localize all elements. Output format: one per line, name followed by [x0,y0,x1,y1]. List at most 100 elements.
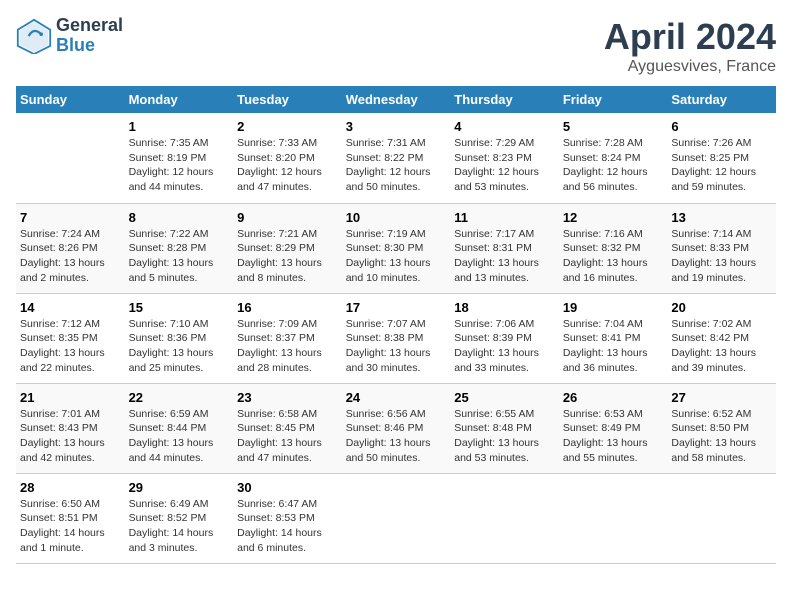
day-header-saturday: Saturday [667,86,776,113]
day-detail: Sunrise: 7:04 AM Sunset: 8:41 PM Dayligh… [563,317,664,376]
day-number: 10 [346,210,447,225]
day-number: 19 [563,300,664,315]
day-number: 23 [237,390,338,405]
day-number: 17 [346,300,447,315]
day-number: 29 [129,480,230,495]
day-number: 24 [346,390,447,405]
day-detail: Sunrise: 6:56 AM Sunset: 8:46 PM Dayligh… [346,407,447,466]
day-number: 30 [237,480,338,495]
day-cell: 10 Sunrise: 7:19 AM Sunset: 8:30 PM Dayli… [342,203,451,293]
logo: General Blue [16,16,123,56]
day-cell: 30Sunrise: 6:47 AM Sunset: 8:53 PM Dayli… [233,473,342,563]
day-number: 15 [129,300,230,315]
day-number: 3 [346,119,447,134]
day-cell: 14 Sunrise: 7:12 AM Sunset: 8:35 PM Dayli… [16,293,125,383]
day-number: 7 [20,210,121,225]
day-cell: 4 Sunrise: 7:29 AM Sunset: 8:23 PM Daylig… [450,113,559,203]
day-detail: Sunrise: 7:06 AM Sunset: 8:39 PM Dayligh… [454,317,555,376]
week-row-3: 14 Sunrise: 7:12 AM Sunset: 8:35 PM Dayli… [16,293,776,383]
day-cell: 24 Sunrise: 6:56 AM Sunset: 8:46 PM Dayli… [342,383,451,473]
day-number: 14 [20,300,121,315]
week-row-1: 1Sunrise: 7:35 AM Sunset: 8:19 PM Daylig… [16,113,776,203]
day-detail: Sunrise: 6:52 AM Sunset: 8:50 PM Dayligh… [671,407,772,466]
day-header-friday: Friday [559,86,668,113]
day-cell: 29 Sunrise: 6:49 AM Sunset: 8:52 PM Dayli… [125,473,234,563]
day-number: 1 [129,119,230,134]
day-number: 2 [237,119,338,134]
day-cell: 26 Sunrise: 6:53 AM Sunset: 8:49 PM Dayli… [559,383,668,473]
day-cell: 28 Sunrise: 6:50 AM Sunset: 8:51 PM Dayli… [16,473,125,563]
day-cell: 11 Sunrise: 7:17 AM Sunset: 8:31 PM Dayli… [450,203,559,293]
day-detail: Sunrise: 6:55 AM Sunset: 8:48 PM Dayligh… [454,407,555,466]
day-number: 20 [671,300,772,315]
calendar-body: 1Sunrise: 7:35 AM Sunset: 8:19 PM Daylig… [16,113,776,563]
day-detail: Sunrise: 7:26 AM Sunset: 8:25 PM Dayligh… [671,136,772,195]
day-number: 27 [671,390,772,405]
day-cell: 8 Sunrise: 7:22 AM Sunset: 8:28 PM Daylig… [125,203,234,293]
calendar-header: SundayMondayTuesdayWednesdayThursdayFrid… [16,86,776,113]
day-number: 11 [454,210,555,225]
day-cell: 19 Sunrise: 7:04 AM Sunset: 8:41 PM Dayli… [559,293,668,383]
day-detail: Sunrise: 7:14 AM Sunset: 8:33 PM Dayligh… [671,227,772,286]
day-number: 16 [237,300,338,315]
day-cell: 17 Sunrise: 7:07 AM Sunset: 8:38 PM Dayli… [342,293,451,383]
day-cell: 2Sunrise: 7:33 AM Sunset: 8:20 PM Daylig… [233,113,342,203]
day-number: 9 [237,210,338,225]
day-header-wednesday: Wednesday [342,86,451,113]
day-number: 18 [454,300,555,315]
day-detail: Sunrise: 7:19 AM Sunset: 8:30 PM Dayligh… [346,227,447,286]
day-detail: Sunrise: 7:29 AM Sunset: 8:23 PM Dayligh… [454,136,555,195]
month-title: April 2024 [604,16,776,58]
day-cell [342,473,451,563]
day-cell [667,473,776,563]
day-cell: 5 Sunrise: 7:28 AM Sunset: 8:24 PM Daylig… [559,113,668,203]
day-cell [16,113,125,203]
day-detail: Sunrise: 7:07 AM Sunset: 8:38 PM Dayligh… [346,317,447,376]
day-cell: 1Sunrise: 7:35 AM Sunset: 8:19 PM Daylig… [125,113,234,203]
week-row-2: 7Sunrise: 7:24 AM Sunset: 8:26 PM Daylig… [16,203,776,293]
day-detail: Sunrise: 6:53 AM Sunset: 8:49 PM Dayligh… [563,407,664,466]
day-detail: Sunrise: 7:28 AM Sunset: 8:24 PM Dayligh… [563,136,664,195]
day-header-tuesday: Tuesday [233,86,342,113]
day-detail: Sunrise: 6:49 AM Sunset: 8:52 PM Dayligh… [129,497,230,556]
day-number: 22 [129,390,230,405]
calendar-table: SundayMondayTuesdayWednesdayThursdayFrid… [16,86,776,564]
day-cell: 25 Sunrise: 6:55 AM Sunset: 8:48 PM Dayli… [450,383,559,473]
day-number: 28 [20,480,121,495]
day-detail: Sunrise: 7:12 AM Sunset: 8:35 PM Dayligh… [20,317,121,376]
day-cell: 16 Sunrise: 7:09 AM Sunset: 8:37 PM Dayli… [233,293,342,383]
day-detail: Sunrise: 6:58 AM Sunset: 8:45 PM Dayligh… [237,407,338,466]
logo-text: General Blue [56,16,123,56]
day-cell: 22 Sunrise: 6:59 AM Sunset: 8:44 PM Dayli… [125,383,234,473]
day-header-sunday: Sunday [16,86,125,113]
day-detail: Sunrise: 7:01 AM Sunset: 8:43 PM Dayligh… [20,407,121,466]
day-cell: 7Sunrise: 7:24 AM Sunset: 8:26 PM Daylig… [16,203,125,293]
day-number: 5 [563,119,664,134]
day-number: 13 [671,210,772,225]
day-detail: Sunrise: 7:09 AM Sunset: 8:37 PM Dayligh… [237,317,338,376]
day-number: 25 [454,390,555,405]
day-cell: 9Sunrise: 7:21 AM Sunset: 8:29 PM Daylig… [233,203,342,293]
day-cell: 20Sunrise: 7:02 AM Sunset: 8:42 PM Dayli… [667,293,776,383]
day-header-monday: Monday [125,86,234,113]
day-detail: Sunrise: 6:50 AM Sunset: 8:51 PM Dayligh… [20,497,121,556]
day-detail: Sunrise: 7:17 AM Sunset: 8:31 PM Dayligh… [454,227,555,286]
day-number: 6 [671,119,772,134]
day-detail: Sunrise: 7:16 AM Sunset: 8:32 PM Dayligh… [563,227,664,286]
day-detail: Sunrise: 7:31 AM Sunset: 8:22 PM Dayligh… [346,136,447,195]
day-number: 26 [563,390,664,405]
page-header: General Blue April 2024 Ayguesvives, Fra… [16,16,776,76]
week-row-4: 21Sunrise: 7:01 AM Sunset: 8:43 PM Dayli… [16,383,776,473]
day-cell: 15Sunrise: 7:10 AM Sunset: 8:36 PM Dayli… [125,293,234,383]
day-number: 4 [454,119,555,134]
day-cell: 6 Sunrise: 7:26 AM Sunset: 8:25 PM Daylig… [667,113,776,203]
day-cell: 13 Sunrise: 7:14 AM Sunset: 8:33 PM Dayli… [667,203,776,293]
logo-general-text: General [56,16,123,36]
day-detail: Sunrise: 6:59 AM Sunset: 8:44 PM Dayligh… [129,407,230,466]
day-number: 8 [129,210,230,225]
day-cell [450,473,559,563]
logo-icon [16,18,52,54]
day-header-thursday: Thursday [450,86,559,113]
week-row-5: 28 Sunrise: 6:50 AM Sunset: 8:51 PM Dayli… [16,473,776,563]
day-detail: Sunrise: 7:22 AM Sunset: 8:28 PM Dayligh… [129,227,230,286]
